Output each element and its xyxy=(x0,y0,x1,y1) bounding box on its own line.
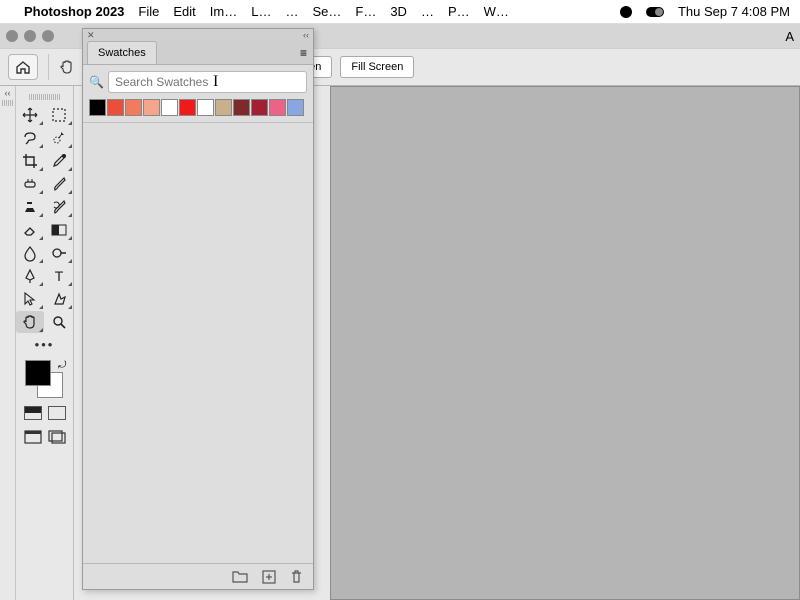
tools-grip-icon[interactable] xyxy=(29,94,61,100)
swatches-color-grid xyxy=(83,99,313,123)
clone-stamp-tool[interactable] xyxy=(16,196,44,218)
swatch-color-3[interactable] xyxy=(143,99,160,116)
pen-tool[interactable] xyxy=(16,265,44,287)
hand-tool[interactable] xyxy=(16,311,44,333)
trash-icon[interactable] xyxy=(290,569,303,584)
healing-brush-tool[interactable] xyxy=(16,173,44,195)
edit-toolbar-button[interactable]: ••• xyxy=(16,337,73,352)
move-tool[interactable] xyxy=(16,104,44,126)
path-selection-tool[interactable] xyxy=(16,288,44,310)
swatch-color-7[interactable] xyxy=(215,99,232,116)
lasso-tool[interactable] xyxy=(16,127,44,149)
color-swatch-control[interactable]: ⤾ xyxy=(23,360,67,400)
quick-selection-tool[interactable] xyxy=(45,127,73,149)
swatch-color-4[interactable] xyxy=(161,99,178,116)
menubar-datetime[interactable]: Thu Sep 7 4:08 PM xyxy=(678,4,790,19)
menu-truncated-2[interactable]: … xyxy=(421,4,434,19)
home-button[interactable] xyxy=(8,54,38,80)
swatch-color-10[interactable] xyxy=(269,99,286,116)
marquee-tool[interactable] xyxy=(45,104,73,126)
menu-image[interactable]: Im… xyxy=(210,4,237,19)
swatches-search-input[interactable] xyxy=(108,71,307,93)
swatches-tab[interactable]: Swatches xyxy=(87,41,157,64)
foreground-color[interactable] xyxy=(25,360,51,386)
svg-text:T: T xyxy=(55,268,64,284)
menu-filter[interactable]: F… xyxy=(355,4,376,19)
fill-screen-button[interactable]: Fill Screen xyxy=(340,56,414,78)
history-brush-tool[interactable] xyxy=(45,196,73,218)
swatches-footer xyxy=(83,563,313,589)
zoom-tool[interactable] xyxy=(45,311,73,333)
screen-mode-icon[interactable] xyxy=(24,430,42,444)
type-tool[interactable]: T xyxy=(45,265,73,287)
home-icon xyxy=(15,60,31,74)
swatch-color-0[interactable] xyxy=(89,99,106,116)
menu-layer[interactable]: L… xyxy=(251,4,271,19)
panel-collapse-icon[interactable]: ‹‹ xyxy=(303,30,309,40)
shape-tool[interactable] xyxy=(45,288,73,310)
panel-close-icon[interactable]: ✕ xyxy=(87,30,95,41)
macos-menubar: Photoshop 2023 File Edit Im… L… … Se… F…… xyxy=(0,0,800,24)
menu-window[interactable]: W… xyxy=(484,4,509,19)
eyedropper-tool[interactable] xyxy=(45,150,73,172)
hand-icon xyxy=(58,58,76,76)
swatch-color-6[interactable] xyxy=(197,99,214,116)
panel-dock-stripe: ‹‹ xyxy=(0,86,16,600)
window-letter: A xyxy=(785,29,794,44)
menu-3d[interactable]: 3D xyxy=(390,4,407,19)
swatch-color-2[interactable] xyxy=(125,99,142,116)
screen-mode-alt-icon[interactable] xyxy=(48,430,66,444)
menu-truncated-1[interactable]: … xyxy=(285,4,298,19)
standard-mask-icon[interactable] xyxy=(48,406,66,420)
app-name[interactable]: Photoshop 2023 xyxy=(24,4,124,19)
tools-panel: T ••• ⤾ xyxy=(16,86,74,600)
blur-tool[interactable] xyxy=(16,242,44,264)
swatch-color-8[interactable] xyxy=(233,99,250,116)
search-icon: 🔍 xyxy=(89,75,104,89)
swatches-panel: ✕ ‹‹ Swatches ≡ 🔍 I xyxy=(82,28,314,590)
menu-select[interactable]: Se… xyxy=(312,4,341,19)
recording-status-icon[interactable] xyxy=(620,6,632,18)
swap-colors-icon[interactable]: ⤾ xyxy=(58,360,66,371)
window-close-button[interactable] xyxy=(6,30,18,42)
swatches-body xyxy=(83,123,313,563)
document-canvas[interactable] xyxy=(330,86,800,600)
collapse-chevron-icon[interactable]: ‹‹ xyxy=(0,86,15,98)
window-minimize-button[interactable] xyxy=(24,30,36,42)
window-traffic-lights xyxy=(6,30,54,42)
current-tool-indicator[interactable] xyxy=(48,54,76,80)
panel-menu-icon[interactable]: ≡ xyxy=(300,46,307,60)
menu-edit[interactable]: Edit xyxy=(173,4,195,19)
crop-tool[interactable] xyxy=(16,150,44,172)
control-toggle-icon[interactable] xyxy=(646,7,664,17)
brush-tool[interactable] xyxy=(45,173,73,195)
quick-mask-icon[interactable] xyxy=(24,406,42,420)
folder-icon[interactable] xyxy=(232,570,248,583)
new-swatch-icon[interactable] xyxy=(262,570,276,584)
menu-file[interactable]: File xyxy=(138,4,159,19)
gradient-tool[interactable] xyxy=(45,219,73,241)
swatch-color-9[interactable] xyxy=(251,99,268,116)
dodge-tool[interactable] xyxy=(45,242,73,264)
swatch-color-5[interactable] xyxy=(179,99,196,116)
swatch-color-1[interactable] xyxy=(107,99,124,116)
window-zoom-button[interactable] xyxy=(42,30,54,42)
swatch-color-11[interactable] xyxy=(287,99,304,116)
menu-plugins[interactable]: P… xyxy=(448,4,470,19)
eraser-tool[interactable] xyxy=(16,219,44,241)
grip-icon[interactable] xyxy=(2,100,14,106)
